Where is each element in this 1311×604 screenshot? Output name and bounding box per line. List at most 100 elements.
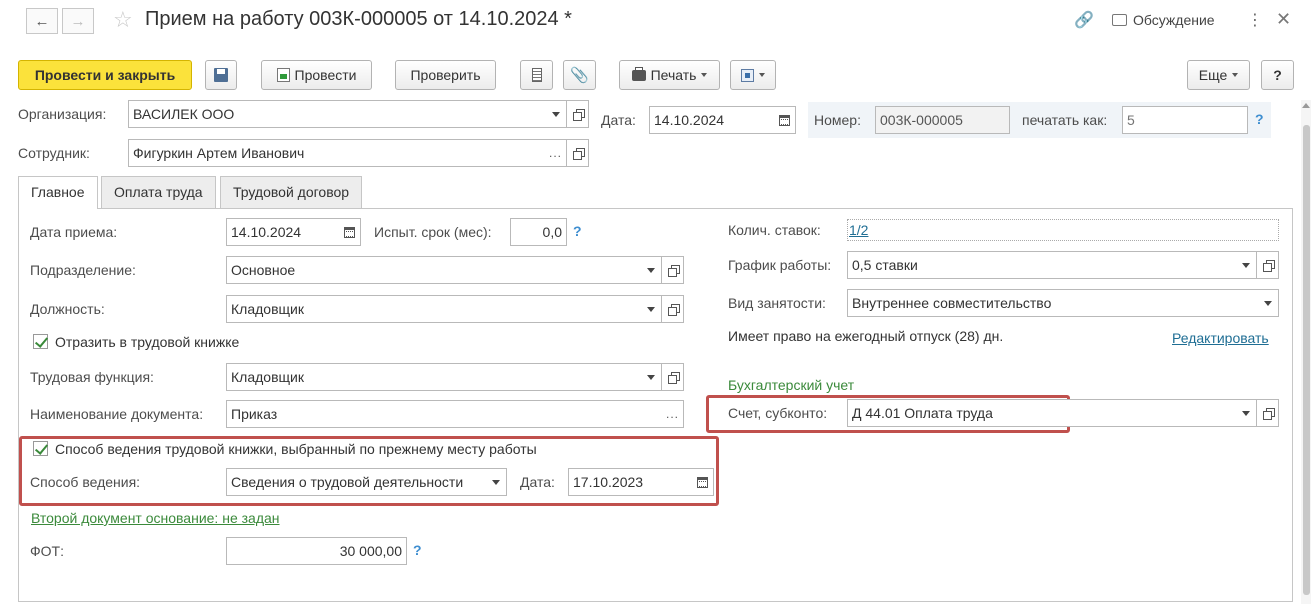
post-doc-icon [276, 68, 290, 82]
chevron-down-icon [491, 479, 500, 485]
position-dropdown-button[interactable] [640, 295, 662, 323]
document-list-button[interactable] [520, 60, 553, 90]
scroll-up-icon[interactable] [1302, 103, 1310, 108]
date-calendar-button[interactable] [774, 106, 796, 134]
open-icon [572, 148, 585, 160]
department-label: Подразделение: [30, 262, 136, 278]
hire-date-calendar-button[interactable] [339, 218, 361, 246]
account-dropdown-button[interactable] [1235, 399, 1257, 427]
link-icon[interactable]: 🔗 [1074, 10, 1094, 30]
print-as-input[interactable] [1122, 106, 1248, 134]
accounting-header: Бухгалтерский учет [728, 377, 855, 393]
discuss-button[interactable]: Обсуждение [1112, 12, 1215, 28]
number-label: Номер: [814, 112, 861, 128]
position-field[interactable]: Кладовщик [226, 295, 641, 323]
second-doc-link[interactable]: Второй документ основание: не задан [31, 510, 280, 526]
account-open-button[interactable] [1257, 399, 1279, 427]
workbook-checkbox[interactable] [33, 334, 48, 349]
check-button[interactable]: Проверить [395, 60, 496, 90]
printer-icon [631, 66, 646, 81]
fot-field[interactable]: 30 000,00 [226, 537, 407, 565]
employee-field[interactable]: Фигуркин Артем Иванович [128, 139, 546, 167]
more-menu-icon[interactable]: ⋮ [1247, 10, 1263, 30]
open-icon [572, 109, 585, 121]
tab-main[interactable]: Главное [18, 176, 98, 209]
position-open-button[interactable] [662, 295, 684, 323]
number-field[interactable]: 003К-000005 [875, 106, 1010, 134]
rates-field[interactable] [847, 219, 1279, 241]
chevron-down-icon [646, 267, 655, 273]
post-and-close-button[interactable]: Провести и закрыть [18, 60, 192, 90]
edit-vacation-link[interactable]: Редактировать [1172, 330, 1269, 346]
account-field[interactable]: Д 44.01 Оплата труда [847, 399, 1236, 427]
schedule-dropdown-button[interactable] [1235, 251, 1257, 279]
tab-payment[interactable]: Оплата труда [101, 176, 216, 208]
forward-button[interactable]: → [62, 8, 94, 34]
open-icon [667, 304, 680, 316]
keeping-date-field[interactable]: 17.10.2023 [568, 468, 693, 496]
list-icon [531, 68, 542, 82]
employment-dropdown-button[interactable] [1257, 289, 1279, 317]
open-icon [1262, 408, 1275, 420]
trial-label: Испыт. срок (мес): [374, 224, 492, 240]
schedule-field[interactable]: 0,5 ставки [847, 251, 1236, 279]
department-open-button[interactable] [662, 256, 684, 284]
help-button[interactable]: ? [1261, 60, 1294, 90]
labor-function-open-button[interactable] [662, 363, 684, 391]
back-button[interactable]: ← [26, 8, 58, 34]
keeping-checkbox[interactable] [33, 441, 48, 456]
chevron-down-icon [1232, 73, 1239, 77]
paperclip-icon: 📎 [570, 67, 589, 84]
chevron-down-icon [1241, 410, 1250, 416]
chevron-down-icon [1263, 300, 1272, 306]
attach-button[interactable]: 📎 [563, 60, 596, 90]
post-button[interactable]: Провести [261, 60, 372, 90]
save-button[interactable] [205, 60, 237, 90]
tab-labor-contract[interactable]: Трудовой договор [220, 176, 363, 208]
favorite-star-icon[interactable]: ☆ [113, 7, 133, 33]
schedule-open-button[interactable] [1257, 251, 1279, 279]
doc-name-choose-button[interactable]: ... [662, 400, 684, 428]
create-based-on-button[interactable] [730, 60, 776, 90]
chat-icon [1112, 14, 1127, 26]
rates-link[interactable]: 1/2 [849, 222, 868, 238]
chevron-down-icon [701, 73, 708, 77]
fot-help-icon[interactable]: ? [413, 542, 422, 558]
employment-field[interactable]: Внутреннее совместительство [847, 289, 1258, 317]
discuss-label: Обсуждение [1133, 12, 1215, 28]
page-title: Прием на работу 003К-000005 от 14.10.202… [145, 8, 572, 30]
close-icon[interactable]: ✕ [1276, 9, 1291, 30]
trial-help-icon[interactable]: ? [573, 223, 582, 239]
hire-date-field[interactable]: 14.10.2024 [226, 218, 340, 246]
labor-function-dropdown-button[interactable] [640, 363, 662, 391]
labor-function-field[interactable]: Кладовщик [226, 363, 641, 391]
date-label: Дата: [601, 112, 636, 128]
workbook-checkbox-label: Отразить в трудовой книжке [55, 334, 240, 350]
more-button[interactable]: Еще [1187, 60, 1250, 90]
arrow-right-icon: → [70, 12, 86, 30]
vacation-text: Имеет право на ежегодный отпуск (28) дн. [728, 328, 1004, 344]
chevron-down-icon [646, 374, 655, 380]
keeping-checkbox-label: Способ ведения трудовой книжки, выбранны… [55, 441, 537, 457]
scrollbar-thumb[interactable] [1303, 125, 1310, 595]
keeping-date-calendar-button[interactable] [692, 468, 714, 496]
employee-open-button[interactable] [567, 139, 589, 167]
trial-field[interactable]: 0,0 [510, 218, 567, 246]
keeping-method-field[interactable]: Сведения о трудовой деятельности [226, 468, 486, 496]
keeping-method-dropdown-button[interactable] [485, 468, 507, 496]
department-dropdown-button[interactable] [640, 256, 662, 284]
print-as-help-icon[interactable]: ? [1255, 111, 1264, 127]
doc-name-label: Наименование документа: [30, 406, 204, 422]
doc-name-field[interactable]: Приказ [226, 400, 663, 428]
open-icon [1262, 260, 1275, 272]
create-based-icon [741, 68, 754, 82]
date-field[interactable]: 14.10.2024 [649, 106, 775, 134]
employee-choose-button[interactable]: ... [545, 139, 567, 167]
org-field[interactable]: ВАСИЛЕК ООО [128, 100, 546, 128]
department-field[interactable]: Основное [226, 256, 641, 284]
org-open-button[interactable] [567, 100, 589, 128]
chevron-down-icon [646, 306, 655, 312]
org-dropdown-button[interactable] [545, 100, 567, 128]
print-button[interactable]: Печать [619, 60, 720, 90]
floppy-disk-icon [214, 68, 228, 82]
